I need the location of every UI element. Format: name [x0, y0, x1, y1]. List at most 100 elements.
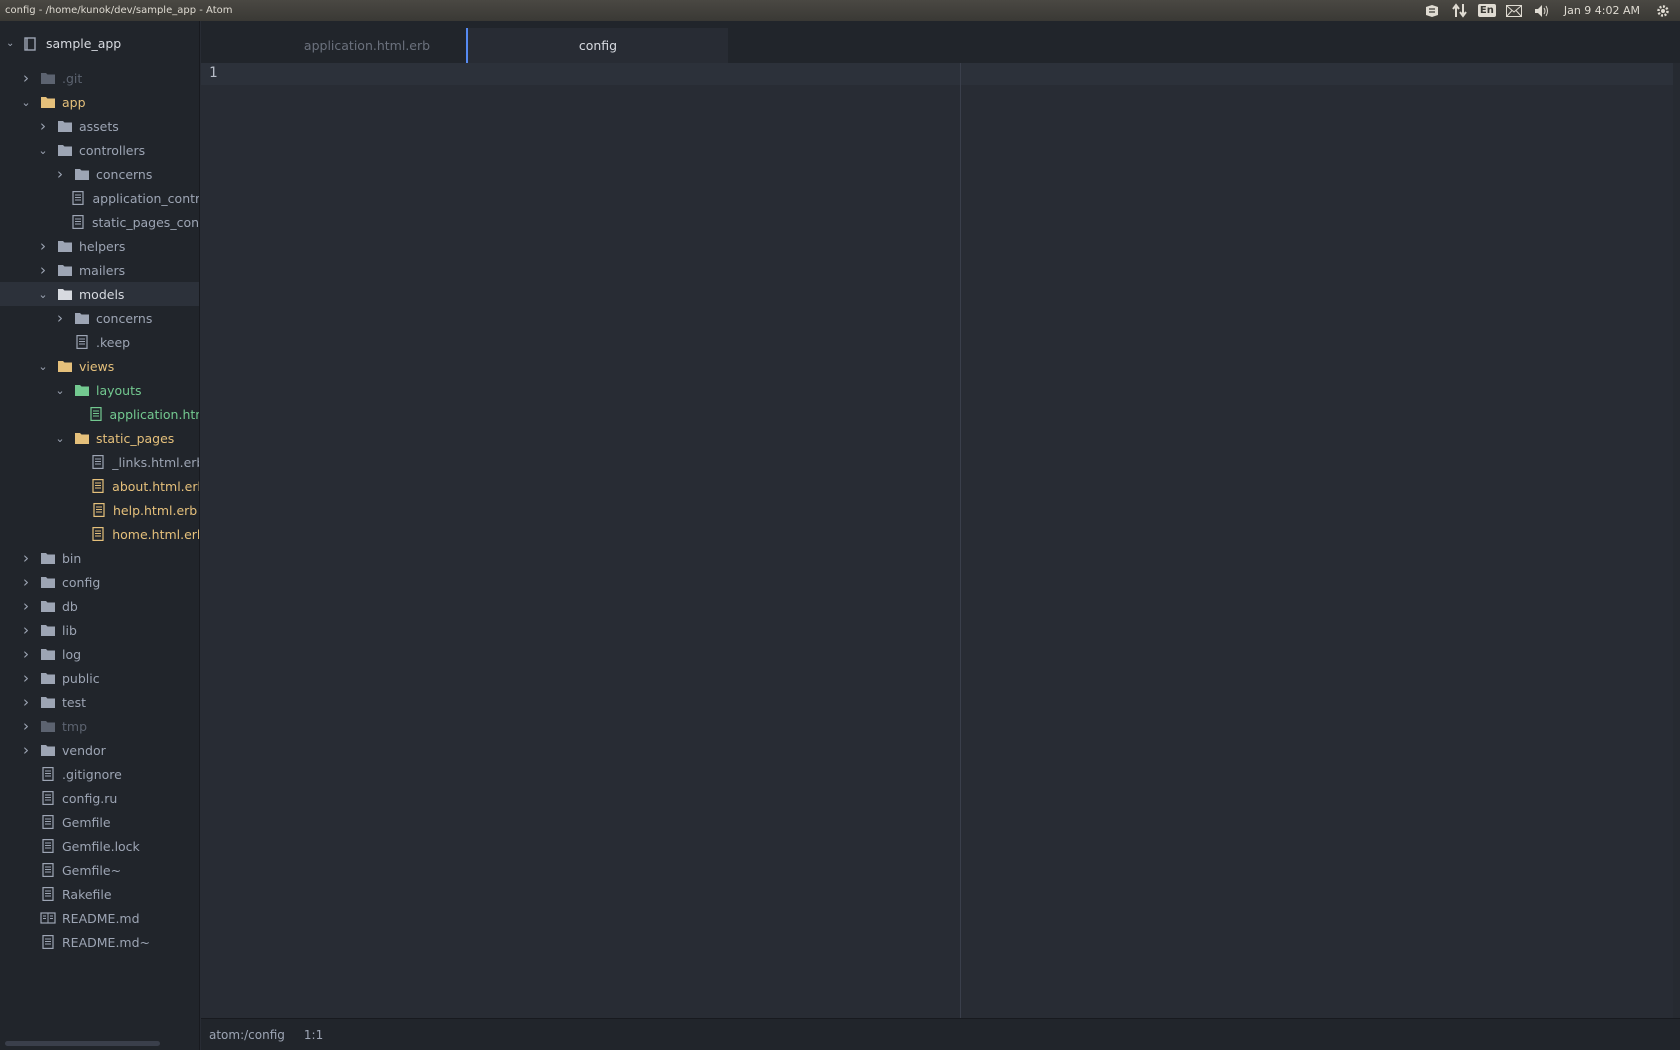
- file-text-icon: [42, 887, 54, 901]
- folder-icon: [41, 745, 55, 756]
- status-bar: atom:/config 1:1: [201, 1018, 1680, 1050]
- folder-icon: [41, 673, 55, 684]
- chevron-right-icon: ›: [40, 117, 46, 135]
- volume-icon[interactable]: [1528, 0, 1556, 21]
- file-text-icon: [93, 503, 105, 517]
- tree-item-label: application_controller.rb: [92, 190, 199, 206]
- tree-item-label: concerns: [96, 310, 153, 326]
- tree-file-help-html-erb[interactable]: help.html.erb: [0, 498, 199, 522]
- tree-item-label: config.ru: [62, 790, 118, 806]
- tree-folder-concerns[interactable]: › concerns: [0, 306, 199, 330]
- editor[interactable]: 1: [201, 63, 1673, 1018]
- file-text-icon: [72, 215, 84, 229]
- tree-file-application-controller-rb[interactable]: application_controller.rb: [0, 186, 199, 210]
- tree-file-readme-md[interactable]: README.md: [0, 906, 199, 930]
- tree-folder-views[interactable]: ⌄ views: [0, 354, 199, 378]
- dropbox-icon[interactable]: [1418, 0, 1446, 21]
- chevron-down-icon: ⌄: [55, 431, 65, 445]
- file-text-icon: [42, 935, 54, 949]
- file-text-icon: [72, 191, 85, 205]
- tree-item-label: test: [62, 694, 87, 710]
- file-text-icon: [89, 407, 102, 421]
- window-title: config - /home/kunok/dev/sample_app - At…: [5, 5, 233, 16]
- line-number: 1: [209, 65, 218, 81]
- editor-scrollbar[interactable]: [1673, 63, 1680, 1018]
- file-text-icon: [42, 815, 54, 829]
- tree-item-label: application.html.erb: [109, 406, 199, 422]
- network-icon[interactable]: [1446, 0, 1474, 21]
- tree-file-config-ru[interactable]: config.ru: [0, 786, 199, 810]
- chevron-right-icon: ›: [23, 645, 29, 663]
- tree-item-label: config: [62, 574, 101, 590]
- tree-folder-models[interactable]: ⌄ models: [0, 282, 199, 306]
- tree-folder-lib[interactable]: › lib: [0, 618, 199, 642]
- status-cursor-position[interactable]: 1:1: [304, 1028, 323, 1042]
- chevron-right-icon: ›: [23, 597, 29, 615]
- gear-icon[interactable]: [1650, 0, 1676, 21]
- file-text-icon: [92, 455, 104, 469]
- tree-folder-controllers[interactable]: ⌄ controllers: [0, 138, 199, 162]
- wrap-guide: [960, 63, 961, 1018]
- tree-file-gemfile-lock[interactable]: Gemfile.lock: [0, 834, 199, 858]
- tree-folder-tmp[interactable]: › tmp: [0, 714, 199, 738]
- mail-icon[interactable]: [1500, 0, 1528, 21]
- folder-icon: [41, 697, 55, 708]
- tree-file--keep[interactable]: .keep: [0, 330, 199, 354]
- tab-application-html-erb[interactable]: application.html.erb: [247, 28, 487, 63]
- status-file-path[interactable]: atom:/config: [209, 1028, 285, 1042]
- tree-folder-app[interactable]: ⌄ app: [0, 90, 199, 114]
- chevron-down-icon: ⌄: [21, 95, 31, 109]
- tree-folder-helpers[interactable]: › helpers: [0, 234, 199, 258]
- tree-file-application-html-erb[interactable]: application.html.erb: [0, 402, 199, 426]
- tree-folder-concerns[interactable]: › concerns: [0, 162, 199, 186]
- tree-item-label: about.html.erb: [112, 478, 199, 494]
- tree-item-label: vendor: [62, 742, 106, 758]
- chevron-down-icon: ⌄: [6, 38, 15, 49]
- tree-item-label: db: [62, 598, 78, 614]
- tree-file-gemfile-[interactable]: Gemfile~: [0, 858, 199, 882]
- tree-horizontal-scrollbar[interactable]: [5, 1041, 160, 1046]
- folder-icon: [41, 97, 55, 108]
- tree-folder--git[interactable]: › .git: [0, 66, 199, 90]
- tree-folder-static-pages[interactable]: ⌄ static_pages: [0, 426, 199, 450]
- tree-item-label: Rakefile: [62, 886, 112, 902]
- tree-file-rakefile[interactable]: Rakefile: [0, 882, 199, 906]
- tree-folder-public[interactable]: › public: [0, 666, 199, 690]
- tree-folder-db[interactable]: › db: [0, 594, 199, 618]
- tree-file-readme-md-[interactable]: README.md~: [0, 930, 199, 954]
- tree-item-label: public: [62, 670, 100, 686]
- tree-item-label: layouts: [96, 382, 142, 398]
- tree-folder-assets[interactable]: › assets: [0, 114, 199, 138]
- tree-folder-log[interactable]: › log: [0, 642, 199, 666]
- file-text-icon: [42, 839, 54, 853]
- clock[interactable]: Jan 9 4:02 AM: [1556, 0, 1650, 21]
- tree-folder-bin[interactable]: › bin: [0, 546, 199, 570]
- tree-file-about-html-erb[interactable]: about.html.erb: [0, 474, 199, 498]
- tree-file--gitignore[interactable]: .gitignore: [0, 762, 199, 786]
- tree-item-label: mailers: [79, 262, 126, 278]
- tree-folder-test[interactable]: › test: [0, 690, 199, 714]
- tree-item-label: Gemfile~: [62, 862, 122, 878]
- tree-folder-layouts[interactable]: ⌄ layouts: [0, 378, 199, 402]
- tree-item-label: static_pages: [96, 430, 175, 446]
- chevron-right-icon: ›: [57, 309, 63, 327]
- tree-folder-config[interactable]: › config: [0, 570, 199, 594]
- book-icon: [40, 912, 56, 924]
- file-text-icon: [42, 767, 54, 781]
- tree-file-static-pages-controller-rb[interactable]: static_pages_controller.rb: [0, 210, 199, 234]
- chevron-right-icon: ›: [23, 69, 29, 87]
- folder-icon: [41, 721, 55, 732]
- tree-file-gemfile[interactable]: Gemfile: [0, 810, 199, 834]
- tab-config[interactable]: config: [466, 28, 728, 63]
- tree-file--links-html-erb[interactable]: _links.html.erb: [0, 450, 199, 474]
- tree-folder-mailers[interactable]: › mailers: [0, 258, 199, 282]
- tree-item-label: Gemfile: [62, 814, 111, 830]
- tree-view[interactable]: ⌄ sample_app › .git ⌄ app › assets ⌄ controller…: [0, 21, 200, 1050]
- keyboard-layout-indicator[interactable]: En: [1474, 0, 1500, 21]
- tree-file-home-html-erb[interactable]: home.html.erb: [0, 522, 199, 546]
- folder-icon: [75, 433, 89, 444]
- project-root[interactable]: ⌄ sample_app: [0, 21, 199, 66]
- chevron-right-icon: ›: [23, 669, 29, 687]
- chevron-right-icon: ›: [23, 717, 29, 735]
- tree-folder-vendor[interactable]: › vendor: [0, 738, 199, 762]
